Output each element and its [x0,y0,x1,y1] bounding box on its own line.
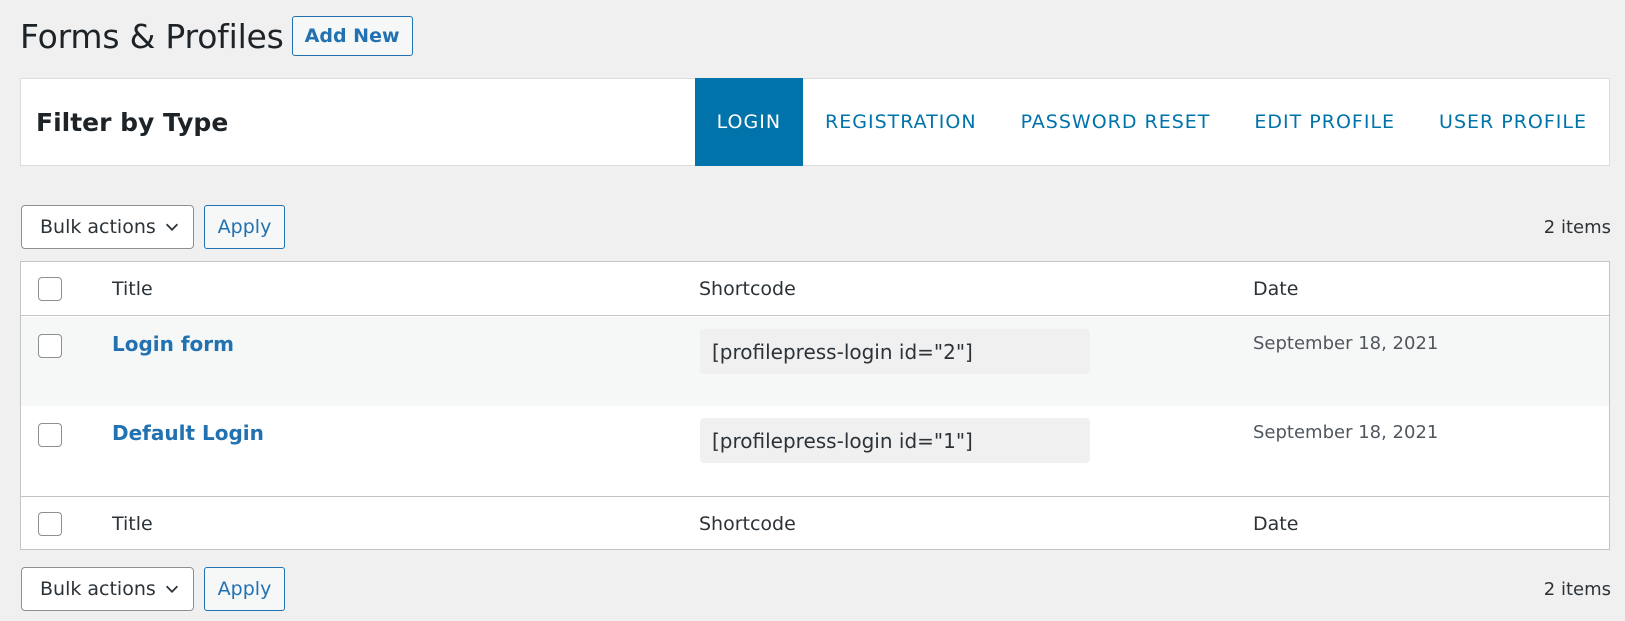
tab-login[interactable]: LOGIN [694,78,804,166]
row-title-link[interactable]: Default Login [112,421,264,445]
bulk-actions-label: Bulk actions [40,216,156,238]
chevron-down-icon [165,585,179,593]
filter-label: Filter by Type [36,107,229,137]
filter-by-type-panel: Filter by Type LOGIN REGISTRATION PASSWO… [20,78,1610,166]
filter-tabs: LOGIN REGISTRATION PASSWORD RESET EDIT P… [694,78,1609,166]
forms-table: Title Shortcode Date Login form [profile… [20,261,1610,550]
column-header-title[interactable]: Title [112,278,153,300]
row-date: September 18, 2021 [1253,333,1439,354]
tab-password-reset[interactable]: PASSWORD RESET [999,78,1233,166]
items-count-bottom: 2 items [1543,578,1611,600]
page-header: Forms & Profiles Add New [20,15,413,57]
apply-button[interactable]: Apply [204,205,285,249]
page-title: Forms & Profiles [20,16,284,56]
table-row: Login form [profilepress-login id="2"] S… [21,317,1609,406]
column-footer-title[interactable]: Title [112,513,153,535]
row-date: September 18, 2021 [1253,422,1439,443]
tab-edit-profile[interactable]: EDIT PROFILE [1232,78,1417,166]
apply-button-bottom[interactable]: Apply [204,567,285,611]
shortcode-field[interactable]: [profilepress-login id="2"] [700,329,1090,374]
table-footer: Title Shortcode Date [21,496,1609,550]
bulk-actions-select-bottom[interactable]: Bulk actions [21,567,194,611]
shortcode-field[interactable]: [profilepress-login id="1"] [700,418,1090,463]
select-all-checkbox[interactable] [38,276,62,301]
column-header-date[interactable]: Date [1253,278,1298,300]
column-footer-date[interactable]: Date [1253,513,1298,535]
column-footer-shortcode: Shortcode [699,512,796,535]
chevron-down-icon [165,223,179,231]
select-all-checkbox-footer[interactable] [38,511,62,536]
column-header-shortcode: Shortcode [699,277,796,300]
row-checkbox[interactable] [38,423,62,447]
table-header: Title Shortcode Date [21,262,1609,316]
bulk-actions-label: Bulk actions [40,578,156,600]
table-row: Default Login [profilepress-login id="1"… [21,406,1609,495]
bulk-actions-select[interactable]: Bulk actions [21,205,194,249]
tab-user-profile[interactable]: USER PROFILE [1417,78,1609,166]
items-count: 2 items [1543,216,1611,238]
tab-registration[interactable]: REGISTRATION [803,78,999,166]
tablenav-top: Bulk actions Apply 2 items [21,204,1611,250]
tablenav-bottom: Bulk actions Apply 2 items [21,566,1611,612]
row-checkbox[interactable] [38,334,62,358]
row-title-link[interactable]: Login form [112,332,234,356]
add-new-button[interactable]: Add New [291,16,413,56]
